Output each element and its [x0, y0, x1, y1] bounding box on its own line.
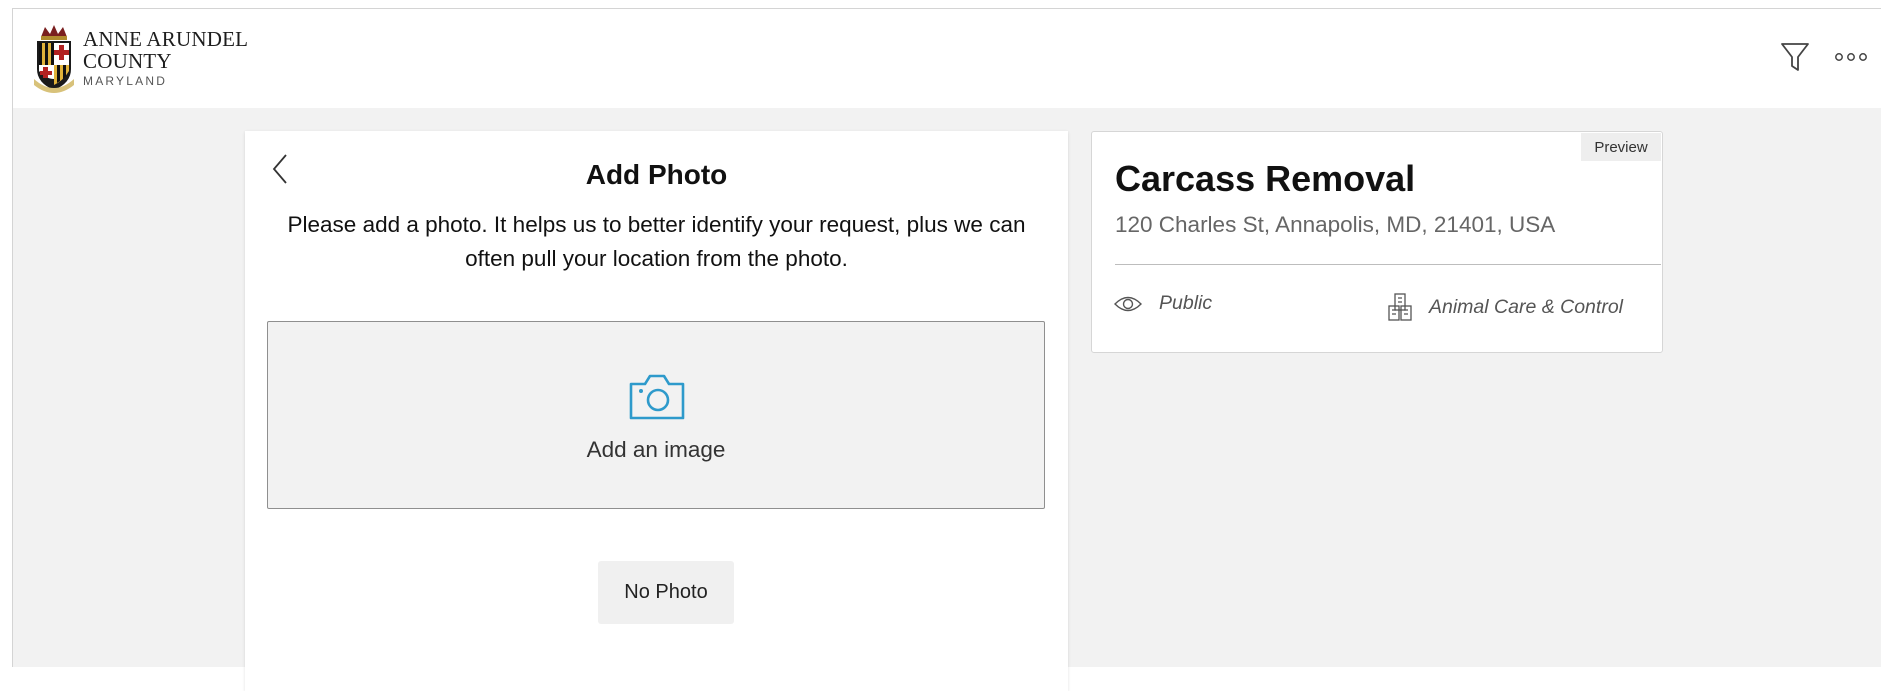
building-icon — [1388, 293, 1412, 321]
add-photo-panel: Add Photo Please add a photo. It helps u… — [245, 131, 1068, 691]
app-frame: ANNE ARUNDEL COUNTY MARYLAND Add Photo P… — [12, 8, 1881, 691]
visibility-label: Public — [1159, 292, 1213, 314]
add-image-label: Add an image — [586, 437, 726, 462]
more-options-button[interactable] — [1833, 39, 1869, 75]
department-meta: Animal Care & Control — [1387, 292, 1623, 322]
panel-title: Add Photo — [585, 159, 728, 190]
preview-title: Carcass Removal — [1115, 158, 1416, 199]
county-logo[interactable]: ANNE ARUNDEL COUNTY MARYLAND — [33, 23, 248, 93]
county-crest-icon — [34, 25, 74, 93]
logo-line-2: COUNTY — [83, 49, 172, 73]
filter-icon — [1781, 43, 1809, 71]
department-label: Animal Care & Control — [1429, 295, 1623, 318]
preview-address: 120 Charles St, Annapolis, MD, 21401, US… — [1115, 212, 1556, 237]
more-icon — [1835, 53, 1867, 61]
filter-button[interactable] — [1777, 39, 1813, 75]
logo-subtitle: MARYLAND — [83, 74, 168, 88]
add-image-dropzone[interactable]: Add an image — [267, 321, 1045, 509]
visibility-meta: Public — [1113, 292, 1212, 315]
top-bar: ANNE ARUNDEL COUNTY MARYLAND — [13, 9, 1881, 108]
divider — [1115, 264, 1661, 265]
no-photo-button[interactable]: No Photo — [598, 561, 734, 624]
request-preview-card: Preview Carcass Removal 120 Charles St, … — [1091, 131, 1663, 353]
panel-description: Please add a photo. It helps us to bette… — [287, 212, 1026, 271]
logo-line-1: ANNE ARUNDEL — [83, 27, 249, 51]
eye-icon — [1114, 296, 1142, 311]
preview-badge: Preview — [1581, 133, 1661, 161]
camera-icon — [629, 374, 685, 420]
